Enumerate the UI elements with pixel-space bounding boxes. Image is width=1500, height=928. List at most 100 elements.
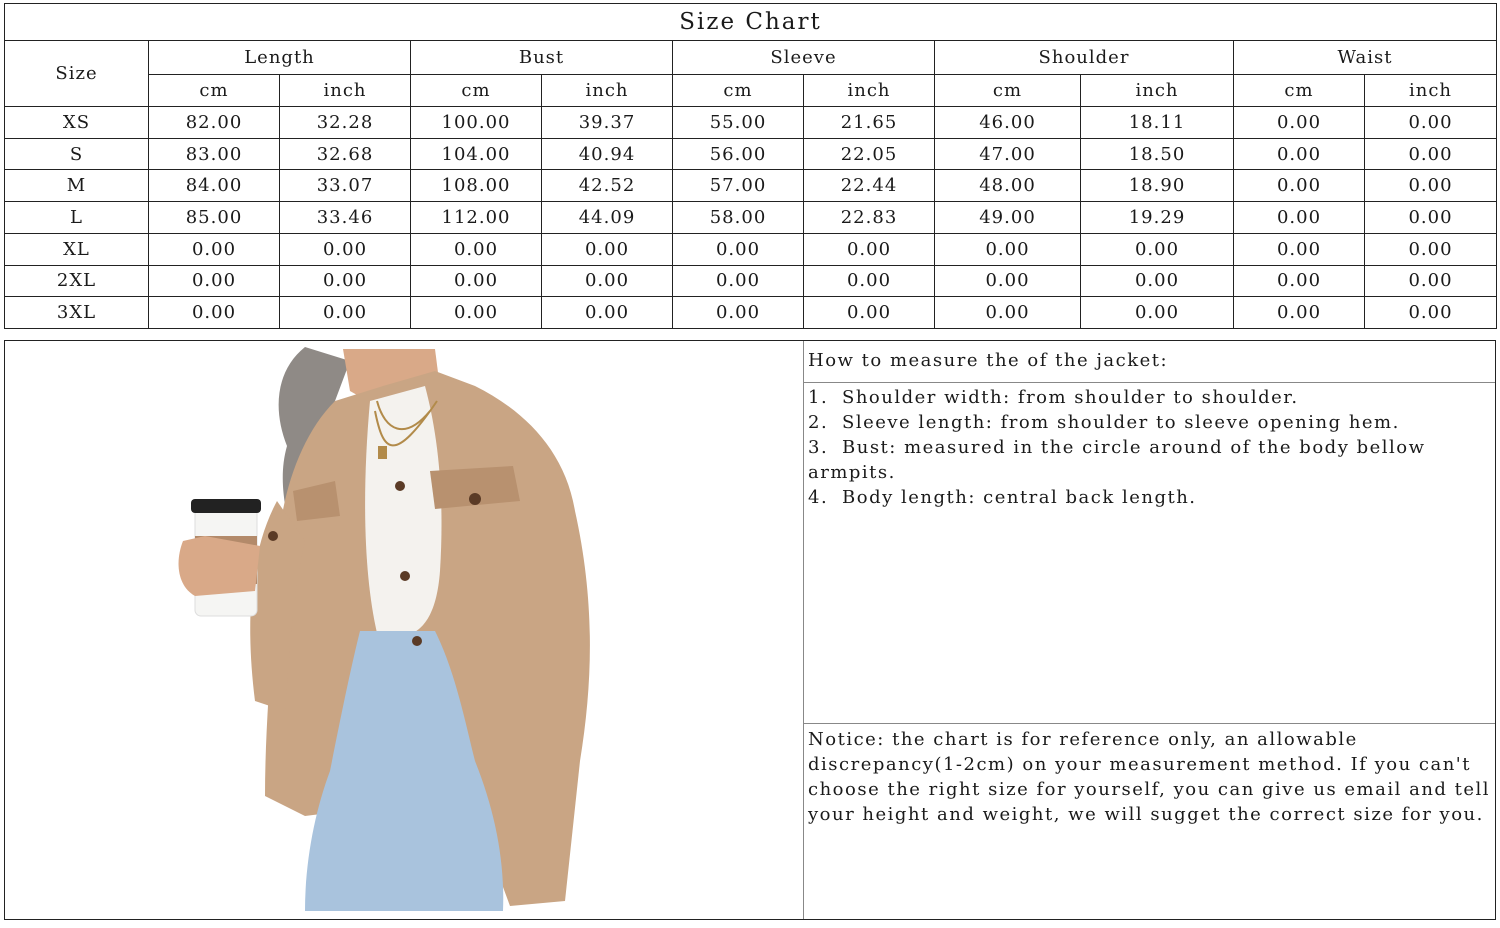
list-item-number: 4.: [808, 487, 829, 508]
table-cell: 18.11: [1080, 106, 1234, 139]
list-item-text: Sleeve length: from shoulder to sleeve o…: [842, 412, 1400, 433]
table-cell: 49.00: [934, 201, 1081, 234]
unit-inch-header: inch: [803, 74, 935, 107]
table-cell: 0.00: [1364, 201, 1497, 234]
table-cell: 0.00: [934, 296, 1081, 329]
table-cell: 0.00: [410, 264, 542, 298]
table-cell: 0.00: [1364, 296, 1497, 329]
table-row: 3XL 0.00 0.00 0.00 0.00 0.00 0.00 0.00 0.00 0.00 0…: [4, 296, 1497, 329]
list-item: 2. Sleeve length: from shoulder to sleeve…: [808, 410, 1491, 435]
table-cell: 18.90: [1080, 169, 1234, 203]
coffee-cup-lid: [191, 499, 261, 513]
unit-cm-header: cm: [1233, 74, 1365, 107]
table-cell: 32.28: [279, 106, 411, 139]
size-chart-table: Size Chart Size Length Bust Sleeve Shoul…: [4, 3, 1497, 329]
details-panel: How to measure the of the jacket: 1. Shou…: [4, 340, 1496, 920]
jacket-button: [400, 571, 410, 581]
table-cell: 0.00: [148, 296, 280, 329]
shoulder-header: Shoulder: [934, 40, 1234, 75]
list-item: 4. Body length: central back length.: [808, 485, 1491, 510]
sleeve-header: Sleeve: [672, 40, 935, 75]
bust-header: Bust: [410, 40, 673, 75]
table-cell: 0.00: [541, 296, 673, 329]
table-cell: 0.00: [1233, 264, 1365, 298]
unit-cm-header: cm: [410, 74, 542, 107]
jacket-button: [268, 531, 278, 541]
table-cell: 0.00: [1233, 201, 1365, 234]
table-cell: 100.00: [410, 106, 542, 139]
list-item-number: 3.: [808, 437, 829, 458]
table-cell: 0.00: [1364, 169, 1497, 203]
table-cell: 0.00: [934, 264, 1081, 298]
table-cell: 0.00: [1233, 232, 1365, 266]
table-cell: 0.00: [279, 296, 411, 329]
table-cell: 0.00: [803, 296, 935, 329]
table-cell: 0.00: [1364, 137, 1497, 171]
table-cell: 22.44: [803, 169, 935, 203]
size-label: M: [4, 169, 149, 203]
table-cell: 0.00: [1080, 232, 1234, 266]
unit-inch-header: inch: [279, 74, 411, 107]
table-cell: 0.00: [803, 264, 935, 298]
jacket-button: [469, 493, 481, 505]
size-label: 2XL: [4, 264, 149, 298]
table-cell: 40.94: [541, 137, 673, 171]
size-column-header: Size: [4, 40, 149, 107]
list-item: 1. Shoulder width: from shoulder to shoul…: [808, 385, 1491, 410]
table-cell: 104.00: [410, 137, 542, 171]
jacket-button: [412, 636, 422, 646]
table-row: S 83.00 32.68 104.00 40.94 56.00 22.05 47.00 18.…: [4, 137, 1497, 171]
table-cell: 0.00: [1080, 264, 1234, 298]
table-cell: 18.50: [1080, 137, 1234, 171]
size-label: L: [4, 201, 149, 234]
size-label: XS: [4, 106, 149, 139]
table-cell: 33.07: [279, 169, 411, 203]
necklace-pendant: [378, 446, 387, 459]
table-cell: 21.65: [803, 106, 935, 139]
table-cell: 0.00: [1233, 296, 1365, 329]
table-cell: 19.29: [1080, 201, 1234, 234]
list-item-number: 1.: [808, 387, 829, 408]
list-item-text: Shoulder width: from shoulder to shoulde…: [842, 387, 1299, 408]
table-cell: 0.00: [1364, 106, 1497, 139]
table-cell: 22.05: [803, 137, 935, 171]
table-cell: 47.00: [934, 137, 1081, 171]
table-row: M 84.00 33.07 108.00 42.52 57.00 22.44 48.00 18.…: [4, 169, 1497, 203]
table-cell: 56.00: [672, 137, 804, 171]
waist-header: Waist: [1233, 40, 1497, 75]
table-cell: 0.00: [672, 264, 804, 298]
table-cell: 0.00: [279, 232, 411, 266]
table-cell: 0.00: [1364, 264, 1497, 298]
size-table-body: XS 82.00 32.28 100.00 39.37 55.00 21.65 46.00 18…: [4, 106, 1497, 329]
table-cell: 108.00: [410, 169, 542, 203]
table-cell: 0.00: [1233, 169, 1365, 203]
table-row: XS 82.00 32.28 100.00 39.37 55.00 21.65 46.00 18…: [4, 106, 1497, 139]
size-label: XL: [4, 232, 149, 266]
table-cell: 0.00: [934, 232, 1081, 266]
table-cell: 32.68: [279, 137, 411, 171]
notice-text: Notice: the chart is for reference only,…: [804, 723, 1495, 919]
model-hand: [178, 536, 260, 596]
table-cell: 44.09: [541, 201, 673, 234]
length-header: Length: [148, 40, 411, 75]
size-chart-title: Size Chart: [4, 3, 1497, 41]
list-item-text: Bust: measured in the circle around of t…: [808, 437, 1426, 483]
table-row: 2XL 0.00 0.00 0.00 0.00 0.00 0.00 0.00 0.00 0.00 0…: [4, 264, 1497, 298]
table-cell: 84.00: [148, 169, 280, 203]
list-item-text: Body length: central back length.: [842, 487, 1197, 508]
measure-instructions: How to measure the of the jacket: 1. Shou…: [804, 341, 1495, 919]
table-cell: 55.00: [672, 106, 804, 139]
table-cell: 0.00: [148, 264, 280, 298]
list-item-number: 2.: [808, 412, 829, 433]
table-cell: 0.00: [1364, 232, 1497, 266]
howto-list: 1. Shoulder width: from shoulder to shoul…: [808, 385, 1491, 510]
table-cell: 22.83: [803, 201, 935, 234]
list-item: 3. Bust: measured in the circle around of…: [808, 435, 1491, 485]
table-cell: 0.00: [803, 232, 935, 266]
howto-heading: How to measure the of the jacket:: [804, 341, 1495, 383]
model-jacket-illustration: [178, 347, 590, 911]
unit-cm-header: cm: [148, 74, 280, 107]
table-cell: 0.00: [279, 264, 411, 298]
unit-inch-header: inch: [541, 74, 673, 107]
table-cell: 0.00: [672, 296, 804, 329]
